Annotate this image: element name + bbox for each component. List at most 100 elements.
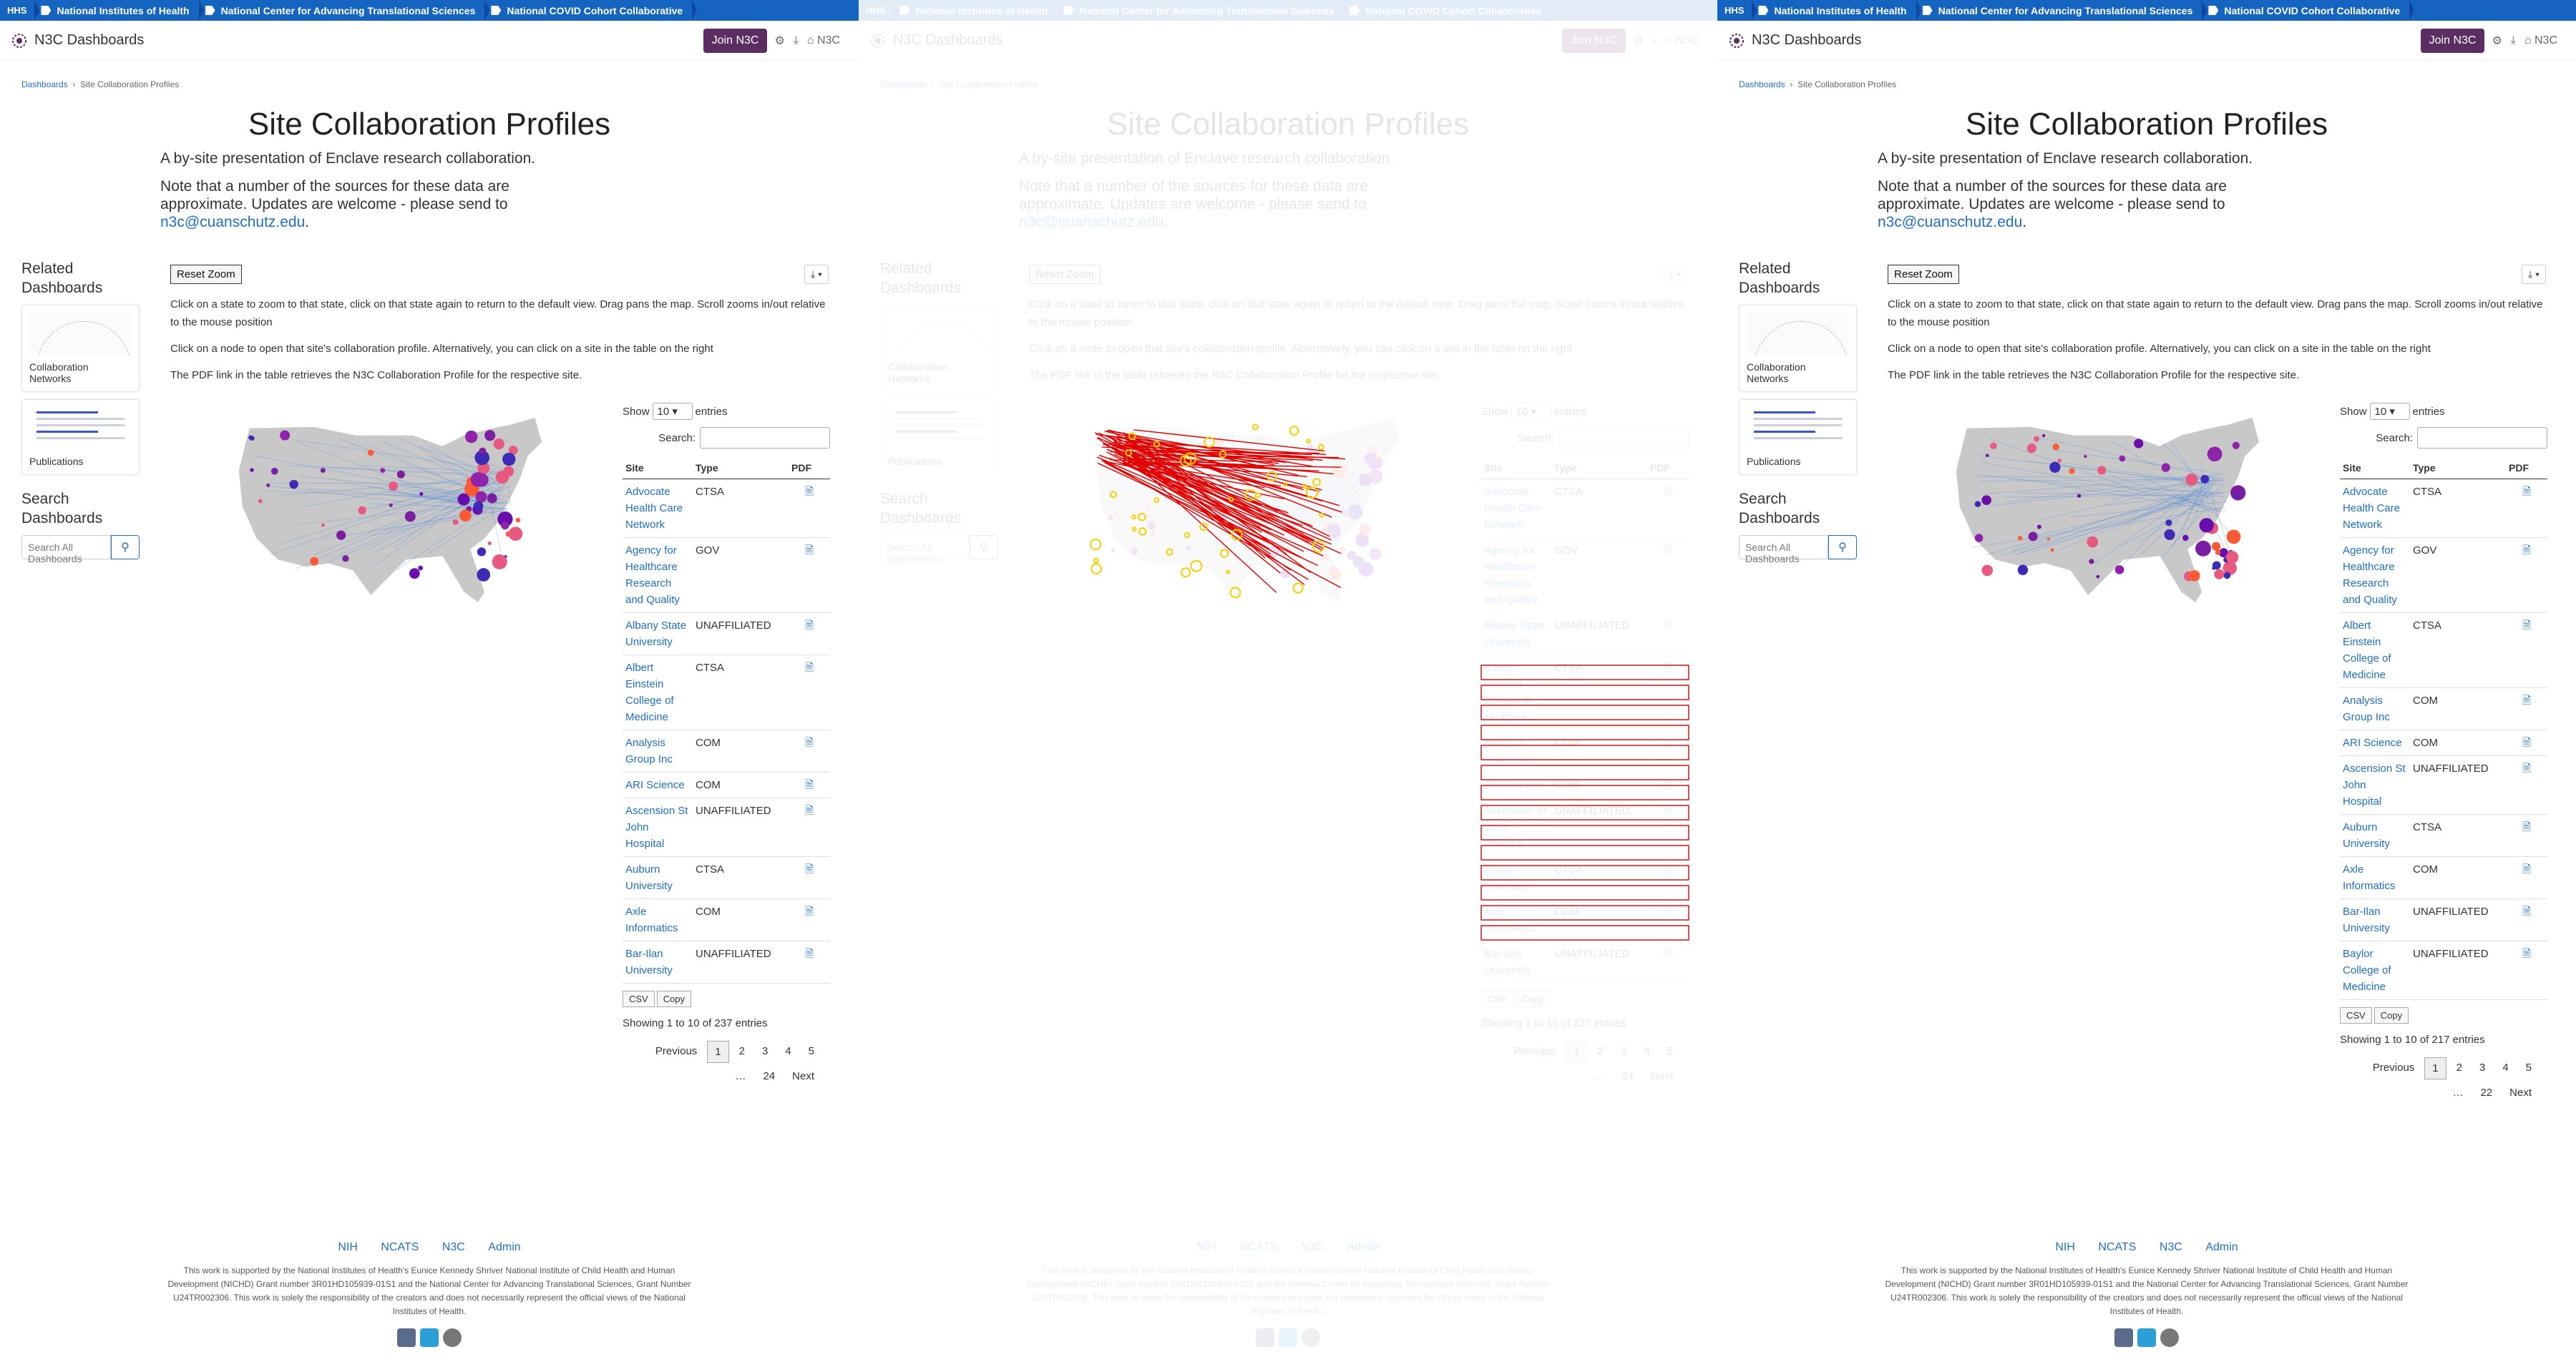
us-collaboration-map[interactable]	[1086, 413, 1408, 607]
column-header-type[interactable]: Type	[1551, 457, 1647, 479]
n3c-home-link[interactable]: ⌂ N3C	[2524, 34, 2557, 47]
column-header-site[interactable]: Site	[1481, 457, 1551, 479]
site-name-link[interactable]: Bar-Ilan University	[1481, 941, 1551, 984]
site-node[interactable]	[1364, 453, 1376, 464]
pagination-page[interactable]: 5	[2519, 1057, 2539, 1079]
pdf-icon[interactable]: 🗎	[789, 730, 830, 773]
footer-link-admin[interactable]: Admin	[2205, 1241, 2238, 1253]
site-node[interactable]	[1108, 515, 1113, 520]
breadcrumb-dashboards[interactable]: Dashboards	[880, 79, 927, 89]
github-icon[interactable]	[443, 1328, 462, 1347]
pdf-icon[interactable]: 🗎	[2506, 814, 2547, 857]
site-node[interactable]	[2084, 454, 2087, 459]
site-node[interactable]	[1111, 548, 1116, 552]
site-name-link[interactable]: Axle Informatics	[1481, 898, 1551, 941]
site-node[interactable]	[1194, 494, 1204, 504]
column-header-type[interactable]: Type	[693, 457, 789, 479]
site-node[interactable]	[419, 491, 424, 496]
n3c-home-link[interactable]: ⌂ N3C	[807, 34, 840, 47]
site-node[interactable]	[1282, 459, 1292, 468]
site-node[interactable]	[389, 503, 393, 507]
site-node[interactable]	[2052, 444, 2059, 451]
n3c-crumb[interactable]: National COVID Cohort Collaborative	[485, 0, 697, 21]
pagination-next[interactable]: Next	[2502, 1082, 2539, 1103]
email-icon[interactable]	[1256, 1328, 1274, 1347]
site-node[interactable]	[1273, 506, 1282, 514]
site-node[interactable]	[493, 438, 504, 450]
pdf-icon[interactable]: 🗎	[789, 941, 830, 984]
site-node[interactable]	[358, 506, 366, 515]
site-name-link[interactable]: Bar-Ilan University	[2340, 898, 2410, 941]
site-node[interactable]	[475, 491, 487, 503]
site-node[interactable]	[2223, 572, 2231, 579]
site-node[interactable]	[342, 555, 349, 562]
site-node[interactable]	[266, 484, 270, 488]
site-node[interactable]	[1146, 438, 1154, 446]
footer-link-nih[interactable]: NIH	[338, 1241, 358, 1253]
site-name-link[interactable]: Albert Einstein College of Medicine	[623, 655, 693, 730]
site-node[interactable]	[2211, 542, 2221, 551]
site-node[interactable]	[1327, 524, 1341, 539]
site-name-link[interactable]: Auburn University	[623, 856, 693, 899]
site-node[interactable]	[2046, 537, 2050, 541]
site-node[interactable]	[457, 493, 470, 506]
pdf-icon[interactable]: 🗎	[2506, 941, 2547, 1000]
site-node[interactable]	[1359, 524, 1371, 536]
site-node[interactable]	[1355, 533, 1370, 547]
pdf-icon[interactable]: 🗎	[1647, 479, 1689, 538]
site-node[interactable]	[2087, 536, 2099, 548]
ncats-crumb[interactable]: National Center for Advancing Translatio…	[1917, 0, 2207, 21]
site-node[interactable]	[1237, 524, 1244, 531]
site-name-link[interactable]: Analysis Group Inc	[623, 730, 693, 773]
site-name-link[interactable]: ARI Science	[1481, 772, 1551, 798]
site-node[interactable]	[1131, 547, 1138, 555]
pdf-icon[interactable]: 🗎	[2506, 612, 2547, 688]
site-node[interactable]	[1146, 506, 1150, 511]
site-node[interactable]	[1298, 533, 1302, 537]
search-button[interactable]: ⚲	[111, 535, 140, 559]
ncats-crumb[interactable]: National Center for Advancing Translatio…	[1058, 0, 1349, 21]
column-header-pdf[interactable]: PDF	[1647, 457, 1689, 479]
site-node[interactable]	[2033, 436, 2040, 442]
site-node[interactable]	[1341, 509, 1349, 517]
pagination-page[interactable]: 3	[2472, 1057, 2492, 1079]
reset-zoom-button[interactable]: Reset Zoom	[1888, 265, 1959, 284]
site-node[interactable]	[310, 557, 319, 566]
collaboration-icon[interactable]: ⚙	[1633, 34, 1643, 48]
copy-button[interactable]: Copy	[1515, 991, 1551, 1007]
site-node[interactable]	[2096, 574, 2100, 579]
nih-crumb[interactable]: National Institutes of Health	[894, 0, 1063, 21]
site-name-link[interactable]: Analysis Group Inc	[1481, 730, 1551, 773]
footer-link-nih[interactable]: NIH	[2055, 1241, 2075, 1253]
site-node[interactable]	[495, 470, 509, 484]
pdf-icon[interactable]: 🗎	[2506, 730, 2547, 756]
footer-link-n3c[interactable]: N3C	[1301, 1241, 1324, 1253]
site-name-link[interactable]: Advocate Health Care Network	[623, 479, 693, 538]
site-name-link[interactable]: ARI Science	[2340, 730, 2410, 756]
site-name-link[interactable]: Albert Einstein College of Medicine	[2340, 612, 2410, 688]
pdf-icon[interactable]: 🗎	[789, 798, 830, 857]
site-node[interactable]	[515, 517, 521, 523]
site-name-link[interactable]: Ascension St John Hospital	[1481, 798, 1551, 857]
site-node[interactable]	[1221, 457, 1227, 462]
pdf-icon[interactable]: 🗎	[1647, 772, 1689, 798]
site-node[interactable]	[2161, 463, 2170, 472]
site-node[interactable]	[501, 521, 509, 530]
github-icon[interactable]	[2160, 1328, 2179, 1347]
site-node[interactable]	[1109, 456, 1115, 461]
site-node[interactable]	[1147, 521, 1156, 531]
site-node[interactable]	[464, 430, 478, 444]
card-publications[interactable]: Publications	[1739, 399, 1857, 475]
page-length-select[interactable]: 10 ▾	[652, 403, 693, 420]
site-name-link[interactable]: Advocate Health Care Network	[2340, 479, 2410, 538]
site-node[interactable]	[1981, 495, 1991, 505]
download-menu-button[interactable]: ⤓ ▾	[2522, 265, 2546, 284]
pdf-icon[interactable]: 🗎	[789, 772, 830, 798]
email-icon[interactable]	[397, 1328, 416, 1347]
download-icon[interactable]: ⤓	[2511, 34, 2516, 47]
ncats-crumb[interactable]: National Center for Advancing Translatio…	[200, 0, 490, 21]
site-node[interactable]	[1974, 534, 1984, 542]
site-node[interactable]	[2226, 529, 2241, 544]
site-node[interactable]	[502, 452, 516, 466]
site-node[interactable]	[2230, 485, 2246, 501]
